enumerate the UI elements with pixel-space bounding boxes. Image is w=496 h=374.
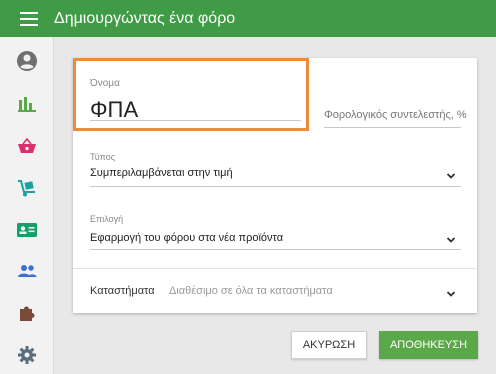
divider (73, 268, 477, 269)
type-underline (90, 186, 461, 187)
basket-icon[interactable] (15, 134, 39, 158)
menu-icon[interactable] (20, 11, 38, 26)
option-select[interactable]: Εφαρμογή του φόρου στα νέα προϊόντα (90, 232, 283, 244)
tax-rate-underline (324, 127, 461, 128)
cancel-button[interactable]: ΑΚΥΡΩΣΗ (291, 331, 367, 359)
type-select[interactable]: Συμπεριλαμβάνεται στην τιμή (90, 167, 233, 179)
puzzle-icon[interactable] (15, 301, 39, 325)
stores-select[interactable]: Διαθέσιμο σε όλα τα καταστήματα (169, 285, 333, 297)
card-icon[interactable] (15, 218, 39, 242)
type-label: Τύπος (90, 152, 116, 162)
sidebar (0, 37, 54, 374)
stores-label: Καταστήματα (90, 285, 155, 297)
delivery-icon[interactable] (15, 176, 39, 200)
app-bar: Δημιουργώντας ένα φόρο (0, 0, 496, 37)
people-icon[interactable] (15, 259, 39, 283)
tax-rate-input[interactable]: Φορολογικός συντελεστής, % (324, 109, 467, 121)
option-label: Επιλογή (90, 214, 124, 224)
name-underline (90, 120, 301, 121)
settings-icon[interactable] (15, 343, 39, 367)
name-field[interactable]: Όνομα ΦΠΑ (73, 58, 309, 131)
chevron-down-icon[interactable] (446, 171, 456, 181)
account-icon[interactable] (15, 49, 39, 73)
option-underline (90, 249, 461, 250)
chevron-down-icon[interactable] (446, 289, 456, 299)
page-title: Δημιουργώντας ένα φόρο (54, 9, 236, 27)
name-label: Όνομα (90, 78, 120, 89)
reports-icon[interactable] (15, 92, 39, 116)
save-button[interactable]: ΑΠΟΘΗΚΕΥΣΗ (379, 331, 478, 359)
chevron-down-icon[interactable] (446, 235, 456, 245)
